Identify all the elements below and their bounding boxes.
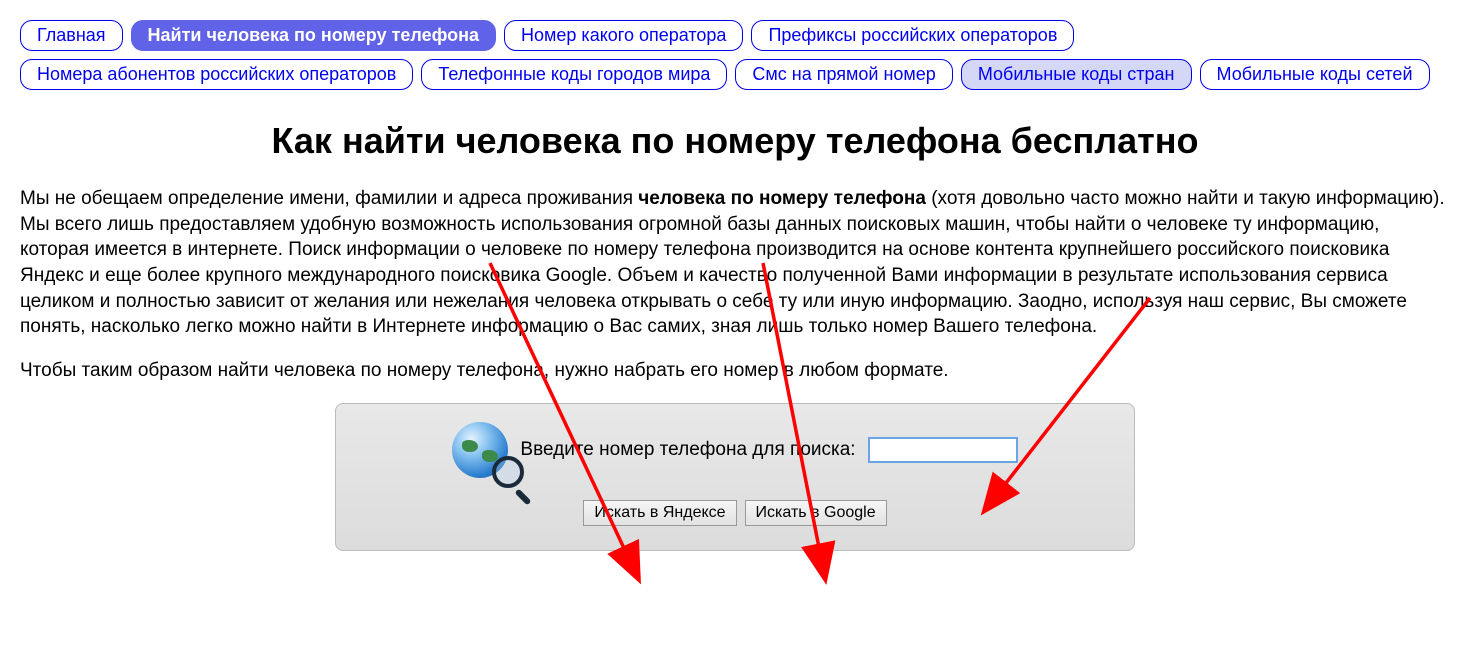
phone-number-input[interactable] [868,437,1018,463]
page-title: Как найти человека по номеру телефона бе… [20,120,1450,162]
nav-item-mobile-network-codes[interactable]: Мобильные коды сетей [1200,59,1430,90]
top-nav: Главная Найти человека по номеру телефон… [20,20,1450,90]
search-label: Введите номер телефона для поиска: [520,439,855,461]
search-google-button[interactable]: Искать в Google [745,500,887,526]
nav-item-mobile-country-codes[interactable]: Мобильные коды стран [961,59,1192,90]
globe-search-icon [452,422,508,478]
search-buttons-row: Искать в Яндексе Искать в Google [356,500,1114,526]
nav-item-home[interactable]: Главная [20,20,123,51]
search-box: Введите номер телефона для поиска: Искат… [335,403,1135,551]
search-yandex-button[interactable]: Искать в Яндексе [583,500,736,526]
nav-item-sms-direct[interactable]: Смс на прямой номер [735,59,952,90]
intro-text-pre: Мы не обещаем определение имени, фамилии… [20,188,638,209]
search-top-row: Введите номер телефона для поиска: [356,422,1114,478]
nav-item-city-codes[interactable]: Телефонные коды городов мира [421,59,727,90]
nav-item-operator-number[interactable]: Номер какого оператора [504,20,743,51]
intro-text-bold: человека по номеру телефона [638,188,926,209]
nav-item-subscriber-numbers[interactable]: Номера абонентов российских операторов [20,59,413,90]
intro-text-post: (хотя довольно часто можно найти и такую… [20,188,1445,337]
nav-item-find-person[interactable]: Найти человека по номеру телефона [131,20,497,51]
instruction-paragraph: Чтобы таким образом найти человека по но… [20,358,1450,384]
intro-paragraph: Мы не обещаем определение имени, фамилии… [20,186,1450,340]
nav-item-prefixes[interactable]: Префиксы российских операторов [751,20,1074,51]
